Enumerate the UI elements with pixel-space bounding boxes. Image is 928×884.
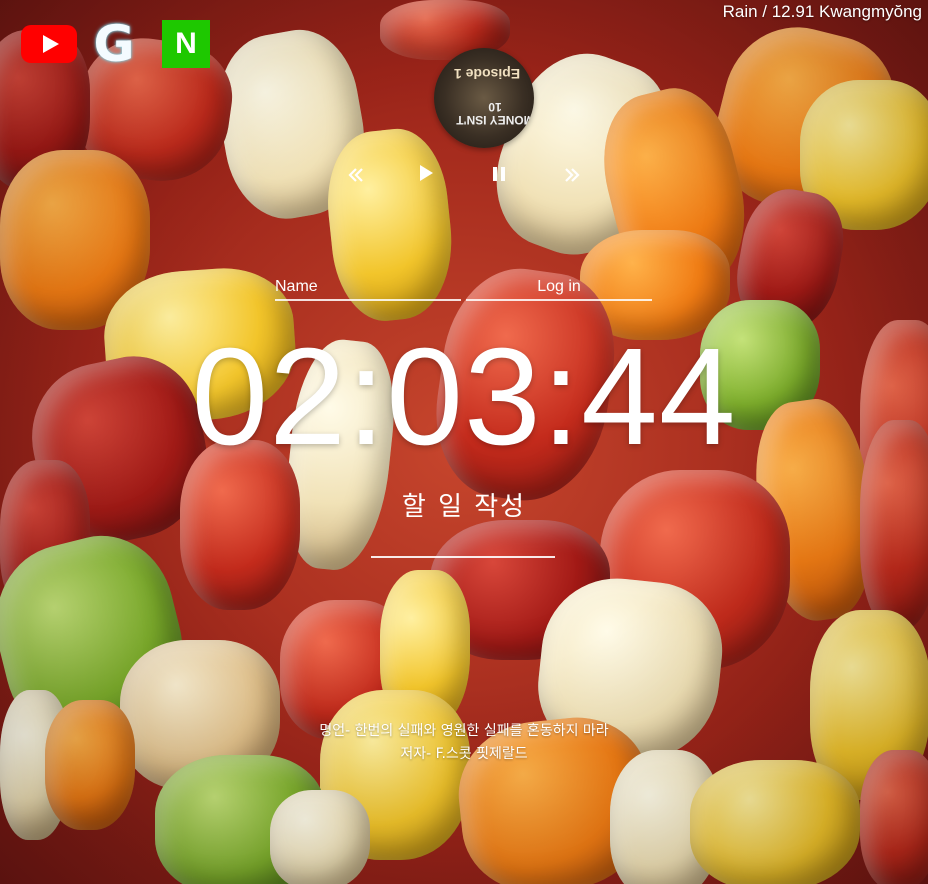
weather-text: Rain / 12.91 Kwangmyŏng bbox=[722, 2, 922, 21]
quote-text: 명언- 한번의 실패와 영원한 실패를 혼동하지 마라 bbox=[319, 723, 609, 739]
quote-author: 저자- F.스콧 핏제랄드 bbox=[400, 746, 528, 762]
name-input[interactable] bbox=[275, 275, 461, 301]
youtube-link[interactable] bbox=[20, 24, 78, 64]
album-art: Episode 1 MONEY ISN'T 10 bbox=[434, 48, 534, 148]
album-subtitle: MONEY ISN'T 10 bbox=[456, 100, 534, 127]
naver-icon: N bbox=[175, 27, 197, 60]
play-button[interactable] bbox=[410, 160, 442, 192]
album-title: Episode 1 bbox=[454, 66, 521, 82]
todo-title: 할 일 작성 bbox=[401, 492, 527, 522]
google-link[interactable]: G bbox=[88, 18, 140, 70]
play-icon bbox=[420, 165, 433, 181]
rewind-icon bbox=[348, 168, 363, 182]
youtube-icon bbox=[21, 25, 77, 63]
clock: 02:03:44 bbox=[191, 320, 737, 474]
pause-icon bbox=[493, 167, 505, 181]
rewind-button[interactable] bbox=[340, 160, 372, 192]
player-controls bbox=[340, 160, 590, 192]
todo-input[interactable] bbox=[371, 530, 555, 558]
google-icon: G bbox=[93, 15, 135, 73]
fast-forward-icon bbox=[565, 168, 580, 182]
fast-forward-button[interactable] bbox=[556, 160, 588, 192]
login-form bbox=[275, 275, 655, 303]
quick-links: G N bbox=[20, 18, 210, 70]
login-input[interactable] bbox=[466, 275, 652, 301]
naver-link[interactable]: N bbox=[162, 20, 210, 68]
quote: 명언- 한번의 실패와 영원한 실패를 혼동하지 마라 저자- F.스콧 핏제랄… bbox=[0, 720, 928, 766]
pause-button[interactable] bbox=[483, 160, 515, 192]
